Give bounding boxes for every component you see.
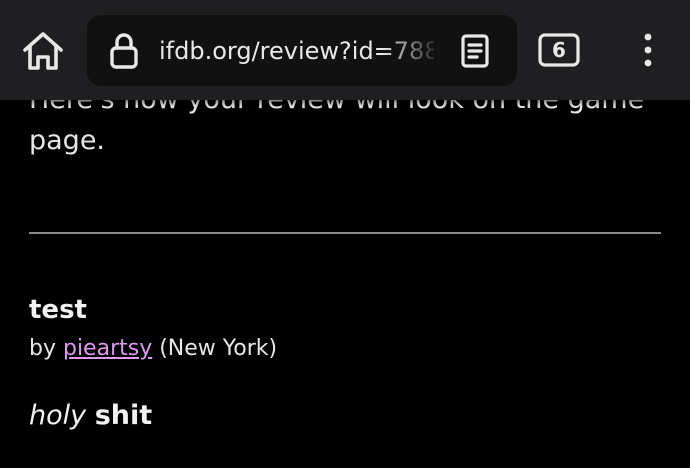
lock-icon — [110, 33, 138, 69]
reader-mode-button[interactable] — [455, 31, 495, 71]
review-body-italic: holy — [29, 400, 87, 431]
address-bar[interactable]: ifdb.org/review?id=788 — [87, 15, 517, 86]
review-title: test — [29, 295, 87, 325]
author-link[interactable]: pieartsy — [63, 336, 152, 361]
review-body-bold: shit — [94, 400, 153, 431]
menu-button[interactable] — [630, 28, 666, 72]
review-body-space — [86, 400, 95, 431]
browser-window: Here's how your review will look on the … — [0, 0, 690, 468]
site-info-button[interactable] — [105, 32, 143, 70]
reader-mode-icon — [461, 34, 489, 68]
more-vert-icon — [644, 33, 652, 67]
url-fade-overlay — [382, 15, 442, 86]
byline-prefix: by — [29, 336, 63, 361]
author-location: (New York) — [152, 336, 278, 361]
browser-toolbar: ifdb.org/review?id=788 6 — [0, 0, 690, 100]
horizontal-divider — [29, 232, 661, 234]
tab-switcher-button[interactable]: 6 — [537, 30, 581, 70]
home-icon — [23, 32, 63, 70]
home-button[interactable] — [18, 26, 68, 76]
tab-count: 6 — [552, 38, 566, 62]
intro-text-line-2: page. — [29, 125, 106, 156]
review-body: holy shit — [29, 399, 152, 433]
review-byline: by pieartsy (New York) — [29, 335, 277, 363]
